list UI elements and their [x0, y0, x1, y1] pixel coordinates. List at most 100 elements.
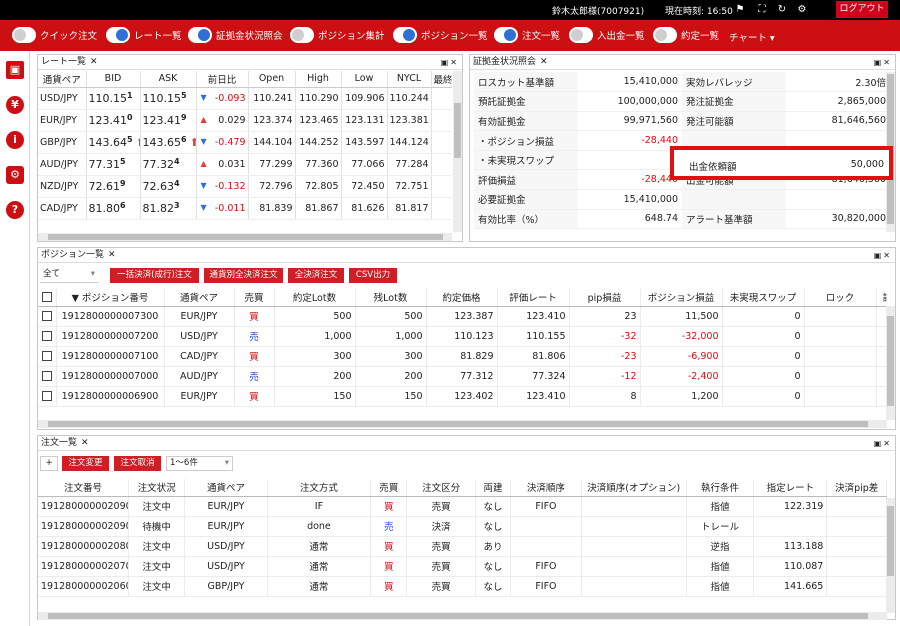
add-order-button[interactable]: +: [40, 456, 58, 471]
column-header[interactable]: 決済順序: [510, 479, 582, 497]
column-header[interactable]: 注文状況: [128, 479, 186, 497]
toggle-execution-list[interactable]: 約定一覧: [653, 26, 719, 44]
gear-icon[interactable]: ⚙: [6, 166, 24, 184]
chart-menu[interactable]: チャート ▾: [729, 30, 775, 44]
column-header[interactable]: 決済pip差: [826, 479, 887, 497]
yen-icon[interactable]: ¥: [6, 96, 24, 114]
bell-icon[interactable]: ⚑: [734, 3, 746, 16]
logout-button[interactable]: ログアウト: [836, 1, 888, 18]
bid-price[interactable]: 143.645⬆: [86, 131, 141, 154]
settings-icon[interactable]: ⚙: [796, 3, 808, 16]
row-checkbox[interactable]: [41, 391, 52, 401]
column-header[interactable]: 両建: [475, 479, 511, 497]
ask-price[interactable]: 123.419: [140, 109, 197, 132]
order-row[interactable]: 1912800000020900 注文中 EUR/JPY IF 買売買 なし FIFO 指値 1…: [38, 496, 887, 517]
column-header[interactable]: 評価レート: [497, 289, 570, 307]
order-row[interactable]: 1912800000020600 注文中 GBP/JPY 通常買売買 なし FIFO 指値 1…: [38, 576, 887, 597]
toggle-quick-order[interactable]: クイック注文: [12, 26, 97, 44]
help-icon[interactable]: ?: [6, 201, 24, 219]
rate-row[interactable]: GBP/JPY143.645⬆143.656⬆▼-0.479144.104144…: [38, 131, 452, 154]
toggle-switch[interactable]: [494, 27, 518, 43]
order-row[interactable]: 1912800000020700 注文中 USD/JPY 通常買売買 なし FIFO 指値 1…: [38, 556, 887, 577]
ask-price[interactable]: 143.656⬆: [140, 131, 197, 154]
toggle-switch[interactable]: [12, 27, 36, 43]
select-all-checkbox[interactable]: [41, 292, 52, 303]
row-checkbox[interactable]: [41, 351, 52, 361]
bid-price[interactable]: 110.151: [86, 87, 141, 110]
refresh-icon[interactable]: ↻: [776, 3, 788, 16]
toggle-switch[interactable]: [290, 27, 314, 43]
save-icon[interactable]: ▣: [6, 61, 24, 79]
bid-price[interactable]: 81.806: [86, 197, 141, 220]
column-header[interactable]: 約定価格: [426, 289, 498, 307]
column-header[interactable]: 執行条件: [686, 479, 755, 497]
paging-select[interactable]: 1～6件 ▾: [166, 456, 233, 471]
bid-price[interactable]: 123.410: [86, 109, 141, 132]
close-icon[interactable]: ✕: [81, 438, 89, 448]
toggle-position-summary[interactable]: ポジション集計: [290, 26, 385, 44]
row-checkbox[interactable]: [41, 331, 52, 341]
column-header[interactable]: [38, 289, 57, 307]
vertical-scrollbar[interactable]: [453, 71, 462, 232]
horizontal-scrollbar[interactable]: [38, 233, 452, 241]
vertical-scrollbar[interactable]: [886, 306, 895, 420]
column-header[interactable]: 残Lot数: [355, 289, 427, 307]
position-filter-select[interactable]: 全て ▾: [40, 268, 98, 283]
horizontal-scrollbar[interactable]: [38, 612, 887, 620]
column-header[interactable]: 注文区分: [406, 479, 477, 497]
vertical-scrollbar[interactable]: [886, 498, 895, 613]
column-header[interactable]: 通貨ペア: [184, 479, 268, 497]
rate-row[interactable]: USD/JPY 110.151 110.155 ▼ -0.093 110.241 110.2…: [38, 87, 452, 110]
toggle-switch[interactable]: [653, 27, 677, 43]
position-row[interactable]: 1912800000007100 CAD/JPY 買 300 300 81.829 81.8…: [38, 346, 887, 367]
window-controls-icon[interactable]: ▣✕: [874, 248, 892, 263]
column-header[interactable]: 通貨ペア: [164, 289, 235, 307]
toggle-switch[interactable]: [106, 27, 130, 43]
position-row[interactable]: 1912800000007000 AUD/JPY 売 200 200 77.312 77.3…: [38, 366, 887, 387]
rate-row[interactable]: AUD/JPY 77.315 77.324 ▲ 0.031 77.299 77.360 77.…: [38, 153, 452, 176]
toggle-switch[interactable]: [569, 27, 593, 43]
settle-all-button[interactable]: 全決済注文: [288, 268, 344, 283]
close-icon[interactable]: ✕: [90, 57, 98, 67]
rate-row[interactable]: NZD/JPY 72.619 72.634 ▼ -0.132 72.796 72.805 72…: [38, 175, 452, 198]
position-row[interactable]: 1912800000007300 EUR/JPY 買 500 500 123.387 123…: [38, 306, 887, 327]
settle-by-currency-button[interactable]: 通貨別全決済注文: [204, 268, 283, 283]
column-header[interactable]: 決済順序(オプション): [581, 479, 687, 497]
window-controls-icon[interactable]: ▣✕: [874, 55, 892, 70]
fullscreen-icon[interactable]: ⛶: [756, 3, 768, 16]
csv-export-button[interactable]: CSV出力: [349, 268, 397, 283]
position-row[interactable]: 1912800000007200 USD/JPY 売 1,000 1,000 110.12…: [38, 326, 887, 347]
modify-order-button[interactable]: 注文変更: [62, 456, 109, 471]
bid-price[interactable]: 72.619: [86, 175, 141, 198]
cancel-order-button[interactable]: 注文取消: [114, 456, 161, 471]
position-row[interactable]: 1912800000006900 EUR/JPY 買 150 150 123.402 123…: [38, 386, 887, 407]
toggle-deposit-list[interactable]: 入出金一覧: [569, 26, 645, 44]
column-header[interactable]: 注文番号: [38, 479, 129, 497]
close-icon[interactable]: ✕: [540, 57, 548, 67]
info-icon[interactable]: i: [6, 131, 24, 149]
window-controls-icon[interactable]: ▣✕: [441, 55, 459, 70]
ask-price[interactable]: 110.155: [140, 87, 197, 110]
column-header[interactable]: 売買: [234, 289, 275, 307]
row-checkbox[interactable]: [41, 371, 52, 381]
column-header[interactable]: pip損益: [569, 289, 641, 307]
toggle-order-list[interactable]: 注文一覧: [494, 26, 560, 44]
column-header[interactable]: 約定Lot数: [274, 289, 356, 307]
column-header[interactable]: 注文方式: [267, 479, 372, 497]
toggle-rate-list[interactable]: レート一覧: [106, 26, 182, 44]
close-icon[interactable]: ✕: [108, 250, 116, 260]
column-header[interactable]: ポジション損益: [640, 289, 723, 307]
bid-price[interactable]: 77.315: [86, 153, 141, 176]
rate-row[interactable]: CAD/JPY 81.806 81.823 ▼ -0.011 81.839 81.867 81…: [38, 197, 452, 220]
column-header[interactable]: 指定レート: [753, 479, 828, 497]
ask-price[interactable]: 81.823: [140, 197, 197, 220]
ask-price[interactable]: 77.324: [140, 153, 197, 176]
column-header[interactable]: ロック: [804, 289, 877, 307]
row-checkbox[interactable]: [41, 311, 52, 321]
horizontal-scrollbar[interactable]: [38, 420, 887, 428]
rate-row[interactable]: EUR/JPY 123.410 123.419 ▲ 0.029 123.374 123.46…: [38, 109, 452, 132]
window-controls-icon[interactable]: ▣✕: [874, 436, 892, 451]
bulk-market-settle-button[interactable]: 一括決済(成行)注文: [110, 268, 199, 283]
toggle-switch[interactable]: [188, 27, 212, 43]
toggle-position-list[interactable]: ポジション一覧: [393, 26, 488, 44]
